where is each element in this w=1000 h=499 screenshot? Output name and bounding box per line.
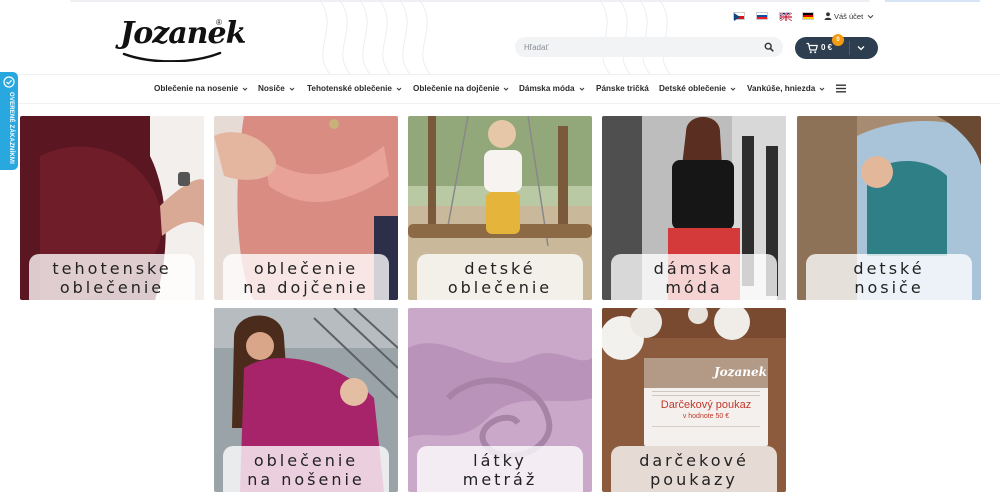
cart-divider — [849, 41, 850, 55]
nav-item-label: Dámska móda — [519, 84, 575, 93]
nav-item-oblecenie-na-dojcenie[interactable]: Oblečenie na dojčenie — [413, 84, 509, 96]
logo-text: Jozanek — [120, 16, 246, 51]
tile-label-line1: detské — [464, 259, 536, 278]
category-tile-tehotenske-oblecenie[interactable]: tehotenske oblečenie — [20, 116, 204, 300]
verified-reviews-label: OVERENÉ ZÁKAZNÍKMI — [8, 92, 14, 164]
page: Jozanek ® Váš účet Hľadať 0 € 0 Oblečeni… — [0, 0, 1000, 499]
flag-cz[interactable] — [733, 12, 745, 21]
category-tile-oblecenie-na-dojcenie[interactable]: oblečenie na dojčenie — [214, 116, 398, 300]
chevron-down-icon — [730, 87, 736, 91]
voucher-title: Darčekový poukaz — [660, 399, 752, 411]
chevron-down-icon — [396, 87, 402, 91]
category-tile-detske-nosice[interactable]: detské nosiče — [797, 116, 981, 300]
chevron-down-icon — [504, 87, 509, 91]
cart-amount: 0 € — [821, 43, 833, 52]
cart-count-badge: 0 — [832, 34, 844, 46]
tile-label-line2: metráž — [462, 470, 538, 489]
search-box — [515, 37, 783, 57]
tile-label: tehotenske oblečenie — [29, 254, 195, 300]
tile-label-line2: na dojčenie — [243, 278, 369, 297]
chevron-down-icon — [242, 87, 248, 91]
tile-label-line2: oblečenie — [447, 278, 553, 297]
tile-label-line1: detské — [853, 259, 925, 278]
tile-label-line1: oblečenie — [253, 451, 359, 470]
nav-item-label: Nosiče — [258, 84, 285, 93]
cart-icon — [806, 42, 818, 54]
nav-item-label: Tehotenské oblečenie — [307, 84, 392, 93]
category-tile-oblecenie-na-nosenie[interactable]: oblečenie na nošenie — [214, 308, 398, 492]
nav-item-detske-oblecenie[interactable]: Detské oblečenie — [659, 84, 736, 96]
nav-item-tehotenske-oblecenie[interactable]: Tehotenské oblečenie — [307, 84, 402, 96]
category-tile-latky-metraz[interactable]: látky metráž — [408, 308, 592, 492]
category-tile-detske-oblecenie[interactable]: detské oblečenie — [408, 116, 592, 300]
tile-label: detské oblečenie — [417, 254, 583, 300]
tile-label-line2: móda — [665, 278, 723, 297]
tile-label: dámska móda — [611, 254, 777, 300]
tile-label-line2: na nošenie — [247, 470, 365, 489]
nav-item-nosice[interactable]: Nosiče — [258, 84, 295, 96]
tile-label-line1: látky — [473, 451, 527, 470]
nav-item-panske-tricka[interactable]: Pánske tričká — [596, 84, 649, 96]
voucher-divider — [652, 391, 760, 396]
flag-en[interactable] — [779, 12, 792, 21]
verified-badge-icon — [3, 76, 15, 88]
nav-item-oblecenie-na-nosenie[interactable]: Oblečenie na nosenie — [154, 84, 248, 96]
gift-voucher-card: Jozanek Darčekový poukaz v hodnote 50 € — [644, 358, 768, 446]
tile-label-line1: oblečenie — [253, 259, 359, 278]
nav-item-label: Detské oblečenie — [659, 84, 726, 93]
tile-label-line1: darčekové — [639, 451, 749, 470]
chevron-down-icon — [819, 87, 825, 91]
tile-label-line2: poukazy — [650, 470, 738, 489]
nav-item-label: Vankúše, hniezda — [747, 84, 816, 93]
tile-label: oblečenie na nošenie — [223, 446, 389, 492]
account-label: Váš účet — [834, 12, 864, 21]
chevron-down-icon — [579, 87, 584, 91]
search-icon[interactable] — [764, 42, 774, 52]
top-divider-accent — [885, 0, 980, 2]
tile-label-line2: nosiče — [854, 278, 924, 297]
hamburger-menu-icon[interactable] — [836, 84, 846, 93]
voucher-value: v hodnote 50 € — [682, 413, 730, 420]
site-header: Jozanek ® Váš účet Hľadať 0 € 0 — [0, 0, 1000, 74]
flag-de[interactable] — [802, 12, 814, 20]
voucher-footer — [652, 426, 760, 440]
tile-label-line1: dámska — [653, 259, 735, 278]
category-tile-damska-moda[interactable]: dámska móda — [602, 116, 786, 300]
nav-item-vankuse-hniezda[interactable]: Vankúše, hniezda — [747, 84, 825, 96]
flag-sk[interactable] — [756, 12, 768, 20]
user-icon — [824, 12, 832, 20]
main-navigation: Oblečenie na nosenie Nosiče Tehotenské o… — [0, 74, 1000, 104]
voucher-brand: Jozanek — [714, 365, 767, 379]
logo-registered-mark: ® — [216, 18, 222, 27]
search-input[interactable] — [515, 37, 755, 57]
cart-button[interactable]: 0 € 0 — [795, 34, 878, 59]
logo-swoosh — [122, 51, 222, 62]
tile-label: darčekové poukazy — [611, 446, 777, 492]
nav-item-damska-moda[interactable]: Dámska móda — [519, 84, 585, 96]
nav-item-label: Oblečenie na dojčenie — [413, 84, 500, 93]
nav-item-label: Oblečenie na nosenie — [154, 84, 239, 93]
tile-label: látky metráž — [417, 446, 583, 492]
site-logo[interactable]: Jozanek ® — [120, 16, 246, 62]
chevron-down-icon — [289, 87, 295, 91]
tile-label: detské nosiče — [806, 254, 972, 300]
verified-reviews-tab[interactable]: OVERENÉ ZÁKAZNÍKMI — [0, 72, 18, 170]
tile-label: oblečenie na dojčenie — [223, 254, 389, 300]
chevron-down-icon[interactable] — [856, 43, 866, 53]
tile-label-line2: oblečenie — [59, 278, 165, 297]
chevron-down-icon — [867, 14, 874, 19]
tile-label-line1: tehotenske — [52, 259, 172, 278]
nav-item-label: Pánske tričká — [596, 84, 649, 93]
category-tile-darcekove-poukazy[interactable]: Jozanek Darčekový poukaz v hodnote 50 € … — [602, 308, 786, 492]
